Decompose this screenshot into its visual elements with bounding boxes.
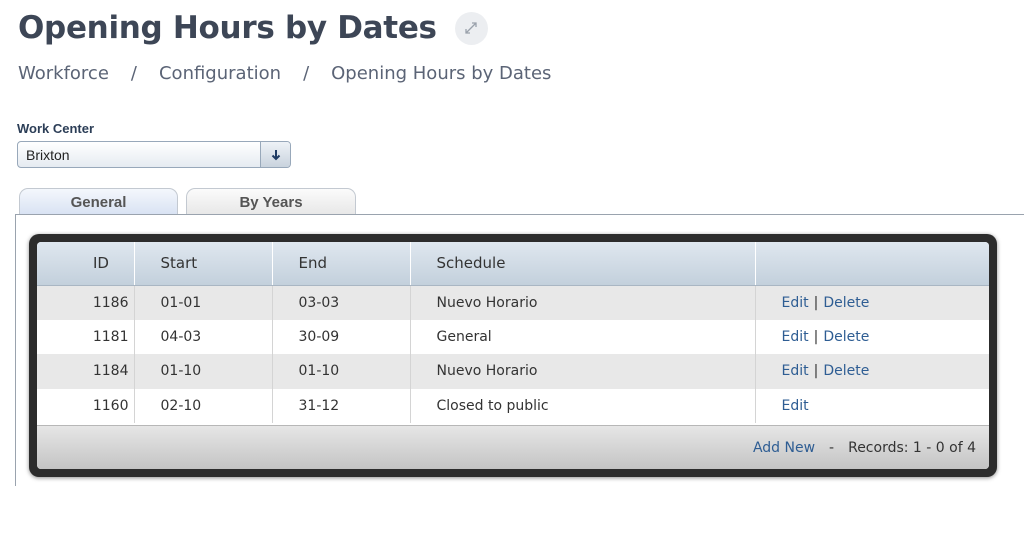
title-row: Opening Hours by Dates bbox=[18, 10, 488, 46]
column-header-actions bbox=[755, 242, 989, 286]
dropdown-arrow-button[interactable] bbox=[260, 142, 290, 167]
add-new-link[interactable]: Add New bbox=[753, 440, 815, 456]
edit-link[interactable]: Edit bbox=[782, 329, 809, 345]
delete-link[interactable]: Delete bbox=[823, 329, 869, 345]
records-count: Records: 1 - 0 of 4 bbox=[848, 439, 976, 456]
action-separator: | bbox=[813, 328, 819, 345]
cell-schedule: Nuevo Horario bbox=[410, 354, 756, 389]
table-row: 1160 02-10 31-12 Closed to public Edit bbox=[37, 388, 989, 423]
cell-actions: Edit | Delete bbox=[755, 354, 989, 389]
cell-id: 1181 bbox=[37, 319, 135, 354]
breadcrumb-current: Opening Hours by Dates bbox=[331, 63, 552, 84]
grid-footer: Add New - Records: 1 - 0 of 4 bbox=[37, 425, 989, 469]
table-row: 1184 01-10 01-10 Nuevo Horario Edit | Dele… bbox=[37, 354, 989, 389]
expand-button[interactable] bbox=[454, 11, 488, 45]
cell-start: 01-10 bbox=[134, 354, 273, 389]
work-center-value: Brixton bbox=[26, 146, 70, 163]
table-header-row: ID Start End Schedule bbox=[37, 242, 989, 286]
cell-end: 30-09 bbox=[272, 319, 411, 354]
arrow-down-icon bbox=[271, 149, 280, 160]
cell-start: 02-10 bbox=[134, 388, 273, 423]
opening-hours-grid: ID Start End Schedule 1186 01-01 03-03 N… bbox=[29, 234, 997, 477]
edit-link[interactable]: Edit bbox=[782, 398, 809, 414]
cell-actions: Edit | Delete bbox=[755, 285, 989, 320]
cell-schedule: Nuevo Horario bbox=[410, 285, 756, 320]
breadcrumb-configuration[interactable]: Configuration bbox=[159, 63, 281, 84]
page-title: Opening Hours by Dates bbox=[18, 10, 437, 46]
cell-id: 1184 bbox=[37, 354, 135, 389]
breadcrumb-workforce[interactable]: Workforce bbox=[18, 63, 109, 84]
edit-link[interactable]: Edit bbox=[782, 363, 809, 379]
expand-icon bbox=[465, 22, 477, 34]
column-header-start[interactable]: Start bbox=[134, 242, 273, 286]
opening-hours-table: ID Start End Schedule 1186 01-01 03-03 N… bbox=[37, 242, 989, 423]
column-header-end[interactable]: End bbox=[272, 242, 411, 286]
delete-link[interactable]: Delete bbox=[823, 363, 869, 379]
action-separator: | bbox=[813, 363, 819, 380]
cell-start: 04-03 bbox=[134, 319, 273, 354]
delete-link[interactable]: Delete bbox=[823, 295, 869, 311]
breadcrumb-separator: / bbox=[303, 63, 310, 84]
column-header-id[interactable]: ID bbox=[37, 242, 135, 286]
work-center-label: Work Center bbox=[17, 121, 95, 136]
table-row: 1186 01-01 03-03 Nuevo Horario Edit | Dele… bbox=[37, 285, 989, 320]
cell-schedule: Closed to public bbox=[410, 388, 756, 423]
page: Opening Hours by Dates Workforce / Confi… bbox=[0, 0, 1024, 540]
cell-actions: Edit | Delete bbox=[755, 319, 989, 354]
footer-separator: - bbox=[829, 439, 835, 456]
cell-id: 1186 bbox=[37, 285, 135, 320]
tab-general[interactable]: General bbox=[19, 188, 178, 215]
breadcrumb-separator: / bbox=[130, 63, 137, 84]
cell-end: 01-10 bbox=[272, 354, 411, 389]
breadcrumb: Workforce / Configuration / Opening Hour… bbox=[18, 63, 551, 84]
action-separator: | bbox=[813, 294, 819, 311]
table-row: 1181 04-03 30-09 General Edit | Delete bbox=[37, 319, 989, 354]
cell-schedule: General bbox=[410, 319, 756, 354]
grid-body: ID Start End Schedule 1186 01-01 03-03 N… bbox=[37, 242, 989, 469]
work-center-select[interactable]: Brixton bbox=[17, 141, 291, 168]
column-header-schedule[interactable]: Schedule bbox=[410, 242, 756, 286]
cell-actions: Edit bbox=[755, 388, 989, 423]
cell-id: 1160 bbox=[37, 388, 135, 423]
tab-by-years[interactable]: By Years bbox=[186, 188, 356, 215]
cell-end: 31-12 bbox=[272, 388, 411, 423]
cell-start: 01-01 bbox=[134, 285, 273, 320]
edit-link[interactable]: Edit bbox=[782, 295, 809, 311]
cell-end: 03-03 bbox=[272, 285, 411, 320]
